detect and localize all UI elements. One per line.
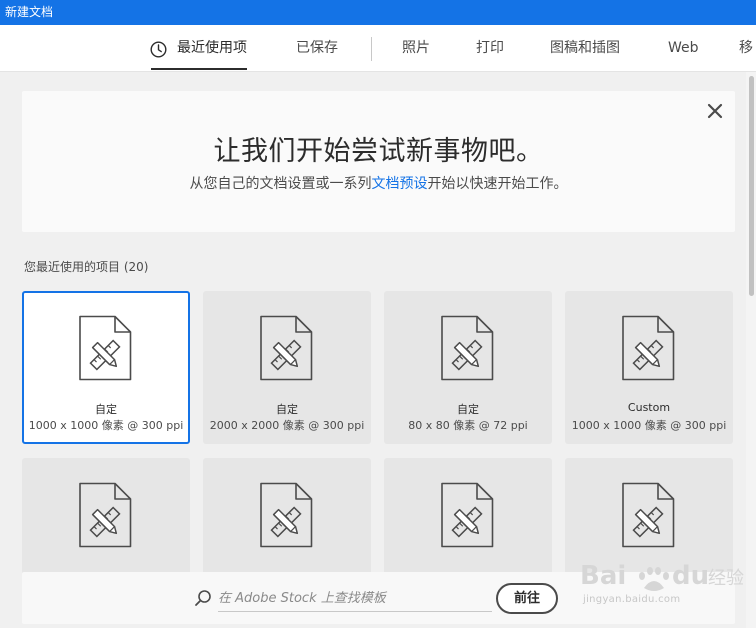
document-icon [441,315,494,381]
window-title: 新建文档 [5,5,54,19]
recent-items-heading: 您最近使用的项目 (20) [24,258,148,275]
document-dimensions: 80 x 80 像素 @ 72 ppi [408,419,528,432]
svg-text:经验: 经验 [708,568,744,589]
tab-art-illustration[interactable]: 图稿和插图 [550,25,620,71]
tab-mobile[interactable]: 移 [739,25,753,71]
recent-document-card[interactable]: 自定 80 x 80 像素 @ 72 ppi [384,291,552,444]
document-icon [622,482,675,548]
tab-print[interactable]: 打印 [476,25,504,71]
document-dimensions: 1000 x 1000 像素 @ 300 ppi [571,419,727,432]
watermark-url: jingyan.baidu.com [583,594,681,605]
recent-count: (20) [123,260,149,274]
search-icon [195,590,211,606]
recent-heading-text: 您最近使用的项目 [24,260,121,274]
clock-icon [150,41,167,58]
recent-document-card[interactable]: 自定 2000 x 2000 像素 @ 300 ppi [203,291,371,444]
svg-text:du: du [672,561,709,591]
document-icon [260,482,313,548]
welcome-banner: 让我们开始尝试新事物吧。 从您自己的文档设置或一系列文档预设开始以快速开始工作。 [22,91,735,232]
close-icon[interactable] [705,101,725,121]
tab-divider [371,37,372,61]
document-dimensions: 1000 x 1000 像素 @ 300 ppi [28,419,184,432]
banner-subtitle: 从您自己的文档设置或一系列文档预设开始以快速开始工作。 [22,173,735,193]
scrollbar-thumb[interactable] [749,76,754,296]
tab-recent[interactable]: 最近使用项 [151,25,247,71]
document-preset-name: 自定 [276,403,298,416]
document-icon [622,315,675,381]
banner-subtitle-before: 从您自己的文档设置或一系列 [189,176,372,192]
document-dimensions: 2000 x 2000 像素 @ 300 ppi [209,419,365,432]
document-icon [441,482,494,548]
baidu-watermark-logo: Bai du 经验 [580,561,744,591]
category-tabbar: 最近使用项 已保存 照片 打印 图稿和插图 Web 移 [0,25,756,72]
document-preset-name: Custom [627,401,671,414]
document-icon [79,482,132,548]
recent-document-card[interactable]: 自定 1000 x 1000 像素 @ 300 ppi [22,291,190,444]
recent-document-card[interactable]: Custom 1000 x 1000 像素 @ 300 ppi [565,291,733,444]
go-button[interactable]: 前往 [496,583,558,614]
tab-photo[interactable]: 照片 [402,25,430,71]
document-icon [260,315,313,381]
document-presets-link[interactable]: 文档预设 [372,176,428,192]
svg-text:Bai: Bai [580,561,626,591]
banner-title: 让我们开始尝试新事物吧。 [213,136,544,167]
document-icon [79,315,132,381]
banner-subtitle-after: 开始以快速开始工作。 [427,176,568,192]
document-preset-name: 自定 [457,403,479,416]
tab-web[interactable]: Web [668,25,699,71]
tab-saved[interactable]: 已保存 [296,25,338,71]
window-titlebar: 新建文档 [0,0,756,25]
stock-search-input[interactable] [218,586,492,612]
document-preset-name: 自定 [95,403,117,416]
